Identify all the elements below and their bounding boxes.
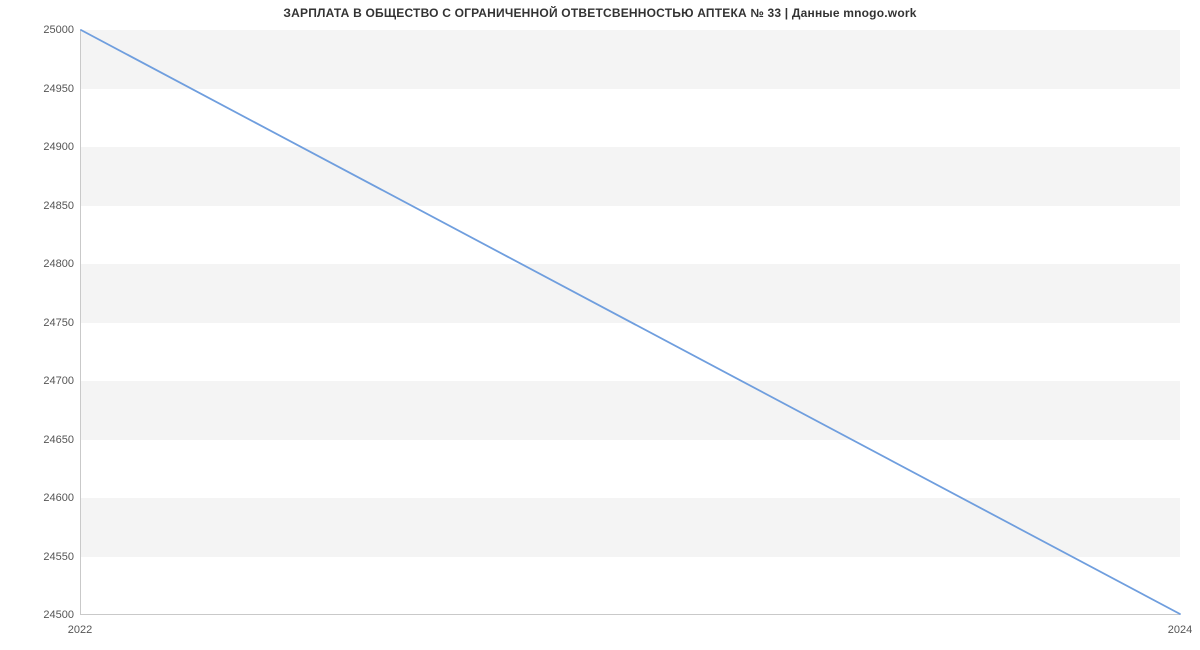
line-layer [81,30,1180,614]
plot-area [80,30,1180,615]
y-tick-label: 24700 [24,375,74,387]
y-tick-label: 24850 [24,200,74,212]
y-tick-label: 24900 [24,141,74,153]
y-tick-label: 24550 [24,551,74,563]
y-tick-label: 24800 [24,258,74,270]
y-tick-label: 24950 [24,83,74,95]
series-line [81,30,1180,614]
chart-title: ЗАРПЛАТА В ОБЩЕСТВО С ОГРАНИЧЕННОЙ ОТВЕТ… [0,6,1200,20]
y-tick-label: 24500 [24,609,74,621]
x-tick-label: 2022 [68,624,92,636]
y-tick-label: 24750 [24,317,74,329]
chart-container: ЗАРПЛАТА В ОБЩЕСТВО С ОГРАНИЧЕННОЙ ОТВЕТ… [0,0,1200,650]
x-tick-label: 2024 [1168,624,1192,636]
y-tick-label: 24600 [24,492,74,504]
y-tick-label: 24650 [24,434,74,446]
y-tick-label: 25000 [24,24,74,36]
